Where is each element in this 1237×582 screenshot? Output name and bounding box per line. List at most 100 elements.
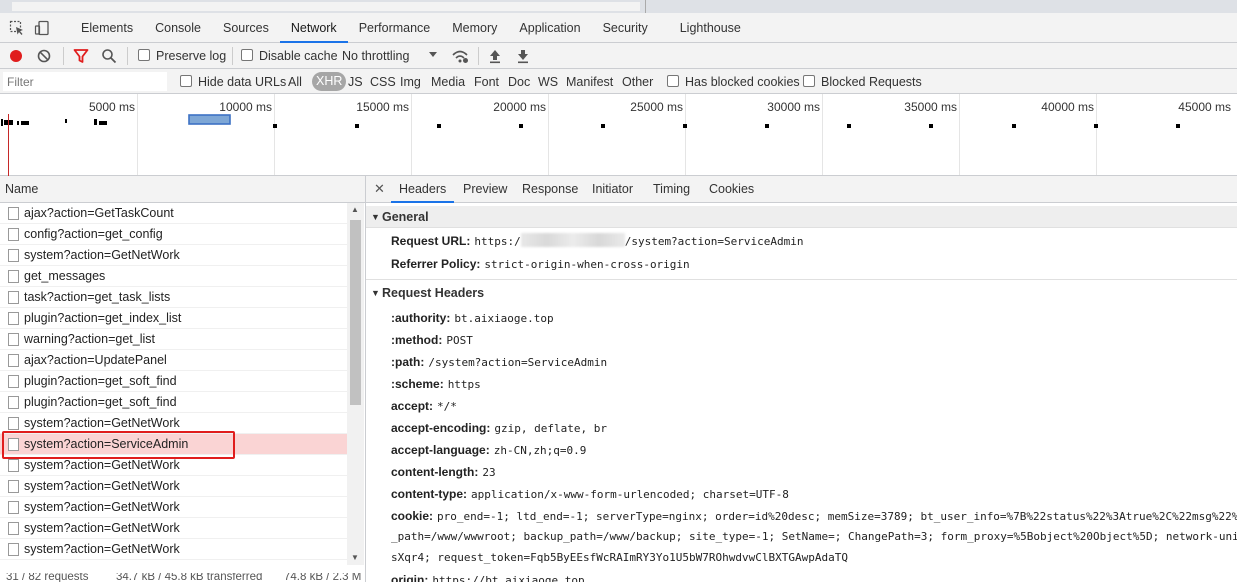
request-mark (21, 121, 29, 125)
header-row: accept-language: zh-CN,zh;q=0.9 (391, 443, 587, 457)
file-icon (8, 375, 19, 388)
tab-response[interactable]: Response (522, 176, 578, 203)
hide-data-urls-checkbox[interactable] (180, 75, 192, 87)
request-mark (17, 121, 19, 125)
table-row[interactable]: ajax?action=GetTaskCount (0, 203, 347, 224)
tick-label: 30000 ms (767, 100, 820, 114)
header-row: content-length: 23 (391, 465, 496, 479)
filter-icon[interactable] (73, 48, 89, 64)
header-row: :path:/system?action=ServiceAdmin (391, 355, 608, 369)
type-filter-manifest[interactable]: Manifest (566, 75, 613, 89)
window-scrollbar-thumb[interactable] (12, 2, 640, 11)
details-tabs: ✕ Headers Preview Response Initiator Tim… (366, 176, 1237, 203)
tab-elements[interactable]: Elements (70, 13, 144, 43)
scrollbar-thumb[interactable] (350, 220, 361, 405)
tab-headers[interactable]: Headers (390, 176, 455, 203)
throttling-select[interactable]: No throttling (342, 49, 409, 63)
network-toolbar: Preserve log Disable cache No throttling (0, 43, 1237, 69)
tab-network[interactable]: Network (279, 13, 348, 43)
general-section-header[interactable]: ▼ General (366, 206, 1237, 228)
name-column-header[interactable]: Name (0, 176, 365, 203)
disable-cache-label: Disable cache (259, 49, 338, 63)
tab-lighthouse[interactable]: Lighthouse (669, 13, 752, 43)
selected-request-bar (188, 114, 231, 125)
header-row: content-type: application/x-www-form-urle… (391, 487, 789, 501)
table-row[interactable]: system?action=GetNetWork (0, 476, 347, 497)
table-row[interactable]: warning?action=get_list (0, 329, 347, 350)
type-filter-all[interactable]: All (288, 75, 302, 89)
close-icon[interactable]: ✕ (374, 181, 385, 197)
file-icon (8, 312, 19, 325)
request-headers-section-header[interactable]: ▼ Request Headers (366, 282, 1237, 304)
tab-preview[interactable]: Preview (463, 176, 507, 203)
table-row[interactable]: get_messages (0, 266, 347, 287)
scroll-up-arrow-icon[interactable]: ▲ (351, 205, 359, 214)
table-row[interactable]: plugin?action=get_soft_find (0, 371, 347, 392)
tab-initiator[interactable]: Initiator (592, 176, 633, 203)
request-mark (519, 124, 523, 128)
type-filter-font[interactable]: Font (474, 75, 499, 89)
request-list-scrollbar[interactable]: ▲ ▼ (347, 203, 364, 565)
type-filter-css[interactable]: CSS (370, 75, 396, 89)
import-har-icon[interactable] (488, 48, 502, 64)
tab-sources[interactable]: Sources (212, 13, 280, 43)
type-filter-js[interactable]: JS (348, 75, 363, 89)
has-blocked-cookies-checkbox[interactable] (667, 75, 679, 87)
table-row[interactable]: system?action=GetNetWork (0, 518, 347, 539)
tab-cookies[interactable]: Cookies (709, 176, 754, 203)
table-row[interactable]: system?action=GetNetWork (0, 245, 347, 266)
type-filter-img[interactable]: Img (400, 75, 421, 89)
tab-memory[interactable]: Memory (441, 13, 508, 43)
file-icon (8, 459, 19, 472)
record-icon[interactable] (8, 48, 24, 64)
device-toolbar-icon[interactable] (34, 20, 50, 36)
table-row[interactable]: task?action=get_task_lists (0, 287, 347, 308)
table-row[interactable]: system?action=GetNetWork (0, 497, 347, 518)
request-mark (1176, 124, 1180, 128)
table-row[interactable]: system?action=GetNetWork (0, 413, 347, 434)
selected-request-row[interactable]: system?action=ServiceAdmin (0, 434, 347, 455)
blocked-requests-checkbox[interactable] (803, 75, 815, 87)
cookie-header-row: cookie: pro_end=-1; ltd_end=-1; serverTyp… (391, 509, 1237, 523)
type-filter-doc[interactable]: Doc (508, 75, 530, 89)
type-filter-media[interactable]: Media (431, 75, 465, 89)
table-row[interactable]: system?action=GetNetWork (0, 539, 347, 560)
request-mark (683, 124, 687, 128)
table-row[interactable]: plugin?action=get_index_list (0, 308, 347, 329)
chevron-down-icon[interactable] (428, 51, 438, 59)
scroll-down-arrow-icon[interactable]: ▼ (351, 553, 359, 562)
network-conditions-icon[interactable] (451, 48, 469, 64)
tick-label: 45000 ms (1178, 100, 1231, 114)
tab-timing[interactable]: Timing (653, 176, 690, 203)
table-row[interactable]: plugin?action=get_soft_find (0, 392, 347, 413)
disable-cache-checkbox[interactable] (241, 49, 253, 61)
request-mark (273, 124, 277, 128)
request-mark (1094, 124, 1098, 128)
type-filter-ws[interactable]: WS (538, 75, 558, 89)
inspect-element-icon[interactable] (9, 20, 25, 36)
tab-application[interactable]: Application (508, 13, 591, 43)
network-overview[interactable]: 5000 ms 10000 ms 15000 ms 20000 ms 25000… (0, 94, 1237, 176)
clear-icon[interactable] (36, 48, 52, 64)
network-status-bar: 31 / 82 requests 34.7 kB / 45.8 kB trans… (0, 573, 365, 582)
tab-security[interactable]: Security (592, 13, 659, 43)
filter-input[interactable] (3, 72, 167, 91)
tab-performance[interactable]: Performance (348, 13, 442, 43)
table-row[interactable]: ajax?action=UpdatePanel (0, 350, 347, 371)
request-details-panel: ✕ Headers Preview Response Initiator Tim… (366, 176, 1237, 582)
file-icon (8, 228, 19, 241)
tab-console[interactable]: Console (144, 13, 212, 43)
collapse-triangle-icon: ▼ (371, 288, 380, 298)
request-mark (355, 124, 359, 128)
export-har-icon[interactable] (516, 48, 530, 64)
preserve-log-checkbox[interactable] (138, 49, 150, 61)
file-icon (8, 270, 19, 283)
search-icon[interactable] (101, 48, 117, 64)
header-row: accept: */* (391, 399, 457, 413)
type-filter-other[interactable]: Other (622, 75, 653, 89)
type-filter-xhr[interactable]: XHR (312, 72, 347, 91)
table-row[interactable]: system?action=GetNetWork (0, 455, 347, 476)
table-row[interactable]: config?action=get_config (0, 224, 347, 245)
load-marker-line (8, 114, 9, 176)
file-icon (8, 249, 19, 262)
